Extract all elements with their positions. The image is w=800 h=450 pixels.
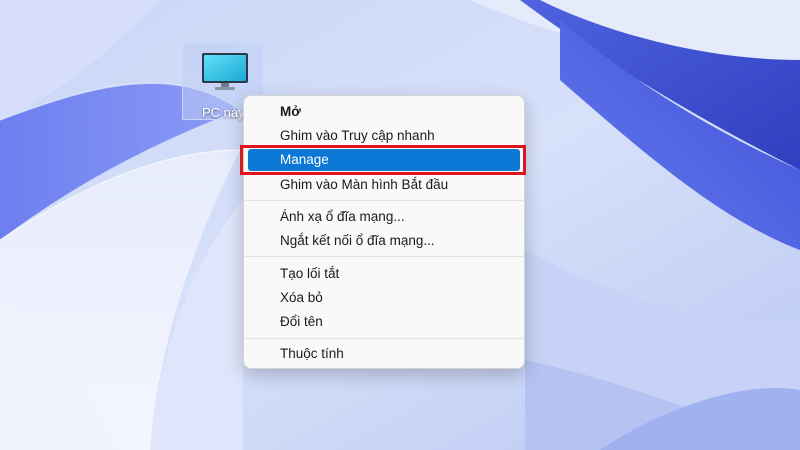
- menu-item-delete[interactable]: Xóa bỏ: [248, 287, 520, 309]
- menu-item-map-network-drive[interactable]: Ánh xạ ổ đĩa mạng...: [248, 206, 520, 228]
- desktop-icon-label: PC này: [202, 105, 245, 120]
- menu-item-create-shortcut[interactable]: Tạo lối tắt: [248, 263, 520, 285]
- menu-item-manage[interactable]: Manage: [248, 149, 520, 171]
- menu-item-pin-start[interactable]: Ghim vào Màn hình Bắt đầu: [248, 174, 520, 196]
- menu-item-open[interactable]: Mở: [248, 101, 520, 123]
- computer-monitor-icon: [202, 53, 248, 90]
- menu-item-properties[interactable]: Thuộc tính: [248, 343, 520, 365]
- menu-item-disconnect-network-drive[interactable]: Ngắt kết nối ổ đĩa mạng...: [248, 230, 520, 252]
- menu-separator: [244, 200, 524, 201]
- context-menu: Mở Ghim vào Truy cập nhanh Manage Ghim v…: [243, 95, 525, 369]
- menu-separator: [244, 338, 524, 339]
- menu-separator: [244, 256, 524, 257]
- menu-item-pin-quick-access[interactable]: Ghim vào Truy cập nhanh: [248, 125, 520, 147]
- menu-item-rename[interactable]: Đổi tên: [248, 311, 520, 333]
